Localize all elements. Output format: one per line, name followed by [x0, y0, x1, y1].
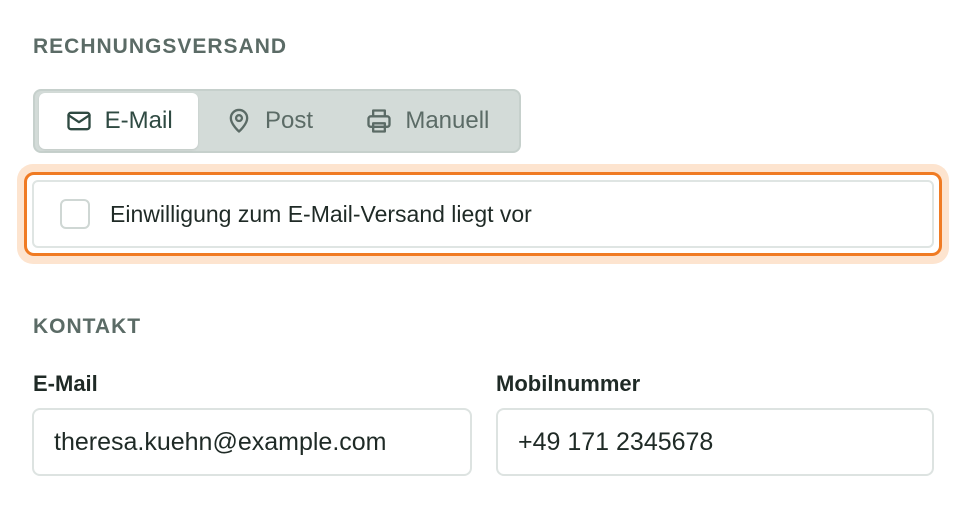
delivery-option-post[interactable]: Post [200, 93, 337, 149]
billing-section-title: RECHNUNGSVERSAND [33, 35, 288, 58]
delivery-option-label: Post [265, 107, 314, 134]
email-consent-label: Einwilligung zum E-Mail-Versand liegt vo… [110, 200, 532, 227]
email-field[interactable] [32, 408, 472, 476]
printer-icon [367, 109, 392, 133]
map-pin-icon [229, 108, 249, 133]
delivery-option-manual[interactable]: Manuell [340, 93, 515, 149]
mobile-number-field[interactable] [496, 408, 934, 476]
mail-icon [66, 111, 91, 131]
delivery-option-label: E-Mail [104, 107, 173, 134]
email-consent-row[interactable]: Einwilligung zum E-Mail-Versand liegt vo… [32, 180, 934, 248]
delivery-option-email[interactable]: E-Mail [39, 93, 199, 149]
mobile-field-label: Mobilnummer [496, 371, 641, 396]
delivery-option-label: Manuell [405, 107, 490, 134]
email-field-label: E-Mail [33, 371, 98, 396]
email-consent-checkbox[interactable] [60, 199, 90, 229]
contact-section-title: KONTAKT [33, 315, 142, 338]
delivery-method-segmented-control: E-Mail Post Manuell [33, 89, 521, 153]
